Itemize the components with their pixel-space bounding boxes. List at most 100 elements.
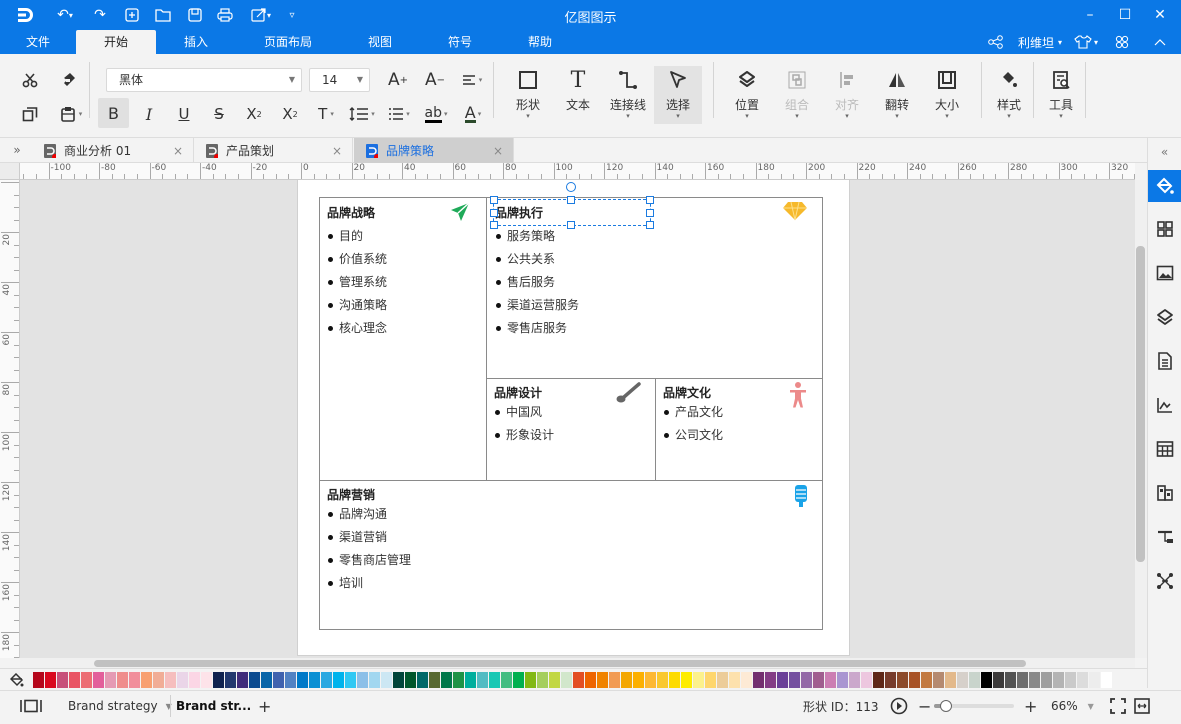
align-button[interactable]: 对齐 ▾ (823, 66, 871, 124)
chart-icon[interactable] (1148, 389, 1181, 421)
color-swatch[interactable] (417, 672, 428, 688)
close-tab-icon[interactable]: × (493, 144, 503, 158)
expand-sidebar-icon[interactable]: » (8, 142, 26, 158)
group-button[interactable]: 组合 ▾ (773, 66, 821, 124)
color-swatch[interactable] (501, 672, 512, 688)
color-swatch[interactable] (189, 672, 200, 688)
zoom-out-button[interactable]: − (918, 691, 931, 721)
fill-bucket-icon[interactable] (8, 671, 26, 689)
line-spacing-button[interactable]: ▾ (345, 102, 379, 126)
fill-icon[interactable] (1148, 170, 1181, 202)
decrease-font-icon[interactable]: A − (422, 68, 448, 92)
menu-file[interactable]: 文件 (14, 30, 62, 54)
color-swatch[interactable] (933, 672, 944, 688)
color-swatch[interactable] (513, 672, 524, 688)
color-swatch[interactable] (633, 672, 644, 688)
zoom-in-button[interactable]: + (1024, 691, 1037, 721)
resize-handle[interactable] (490, 196, 498, 204)
color-swatch[interactable] (429, 672, 440, 688)
color-swatch[interactable] (465, 672, 476, 688)
color-swatch[interactable] (81, 672, 92, 688)
color-swatch[interactable] (921, 672, 932, 688)
cell-brand-design[interactable]: 品牌设计 中国风 形象设计 (486, 378, 656, 481)
color-swatch[interactable] (297, 672, 308, 688)
table-icon[interactable] (1148, 433, 1181, 465)
vertical-scrollbar[interactable] (1135, 180, 1147, 658)
color-swatch[interactable] (717, 672, 728, 688)
color-swatch[interactable] (993, 672, 1004, 688)
resize-handle[interactable] (567, 221, 575, 229)
select-button[interactable]: 选择 ▾ (654, 66, 702, 124)
color-swatch[interactable] (597, 672, 608, 688)
color-swatch[interactable] (813, 672, 824, 688)
minimize-button[interactable]: – (1078, 5, 1102, 25)
color-swatch[interactable] (117, 672, 128, 688)
page-menu[interactable]: Brand strategy ▼ (68, 691, 172, 721)
tools-button[interactable]: 工具 ▾ (1037, 66, 1085, 124)
color-swatch[interactable] (645, 672, 656, 688)
color-swatch[interactable] (1041, 672, 1052, 688)
color-swatch[interactable] (1101, 672, 1112, 688)
resize-handle[interactable] (490, 221, 498, 229)
add-page-button[interactable]: + (258, 691, 271, 721)
font-color-button[interactable]: A ▾ (457, 102, 489, 126)
color-swatch[interactable] (1017, 672, 1028, 688)
color-swatch[interactable] (825, 672, 836, 688)
font-size-select[interactable]: 14 ▼ (309, 68, 370, 92)
page-icon[interactable] (1148, 345, 1181, 377)
resize-handle[interactable] (646, 196, 654, 204)
doc-tab-brand-strategy[interactable]: 品牌策略 × (354, 138, 514, 163)
color-swatch[interactable] (345, 672, 356, 688)
color-swatch[interactable] (729, 672, 740, 688)
resize-handle[interactable] (567, 196, 575, 204)
cell-brand-marketing[interactable]: 品牌营销 品牌沟通 渠道营销 零售商店管理 培训 (319, 480, 823, 630)
color-swatch[interactable] (213, 672, 224, 688)
color-swatch[interactable] (333, 672, 344, 688)
text-button[interactable]: T 文本 (554, 66, 602, 124)
bold-button[interactable]: B (98, 98, 129, 128)
color-swatch[interactable] (105, 672, 116, 688)
color-swatch[interactable] (693, 672, 704, 688)
horizontal-scrollbar[interactable] (20, 658, 1135, 668)
color-swatch[interactable] (609, 672, 620, 688)
format-painter-icon[interactable] (57, 68, 81, 92)
page-panel-icon[interactable] (20, 691, 42, 721)
color-swatch[interactable] (657, 672, 668, 688)
color-swatch[interactable] (93, 672, 104, 688)
color-swatch[interactable] (489, 672, 500, 688)
color-swatch[interactable] (381, 672, 392, 688)
superscript-button[interactable]: X2 (242, 102, 266, 126)
paste-icon[interactable]: ▾ (55, 102, 87, 126)
color-swatch[interactable] (669, 672, 680, 688)
doc-tab-business-analysis[interactable]: 商业分析 01 × (38, 138, 194, 163)
color-swatch[interactable] (57, 672, 68, 688)
color-swatch[interactable] (1065, 672, 1076, 688)
zoom-slider-handle[interactable] (940, 700, 952, 712)
color-swatch[interactable] (1029, 672, 1040, 688)
close-tab-icon[interactable]: × (173, 144, 183, 158)
color-swatch[interactable] (225, 672, 236, 688)
menu-home[interactable]: 开始 (76, 30, 156, 54)
menu-symbol[interactable]: 符号 (435, 30, 485, 54)
text-style-button[interactable]: T ▾ (311, 102, 341, 126)
style-button[interactable]: 样式 ▾ (985, 66, 1033, 124)
color-swatch[interactable] (309, 672, 320, 688)
resize-handle[interactable] (490, 209, 498, 217)
color-swatch[interactable] (753, 672, 764, 688)
color-swatch[interactable] (549, 672, 560, 688)
copy-icon[interactable] (18, 102, 42, 126)
shape-button[interactable]: 形状 ▾ (504, 66, 552, 124)
color-swatch[interactable] (765, 672, 776, 688)
font-family-select[interactable]: 黑体 ▼ (106, 68, 302, 92)
menu-insert[interactable]: 插入 (168, 30, 224, 54)
close-tab-icon[interactable]: × (332, 144, 342, 158)
increase-font-icon[interactable]: A + (385, 68, 411, 92)
color-swatch[interactable] (741, 672, 752, 688)
shapes-library-icon[interactable] (1148, 213, 1181, 245)
position-button[interactable]: 位置 ▾ (723, 66, 771, 124)
underline-button[interactable]: U (172, 102, 196, 126)
color-swatch[interactable] (897, 672, 908, 688)
color-swatch[interactable] (177, 672, 188, 688)
cell-brand-strategy[interactable]: 品牌战略 目的 价值系统 管理系统 沟通策略 核心理念 (319, 197, 487, 481)
color-swatch[interactable] (357, 672, 368, 688)
